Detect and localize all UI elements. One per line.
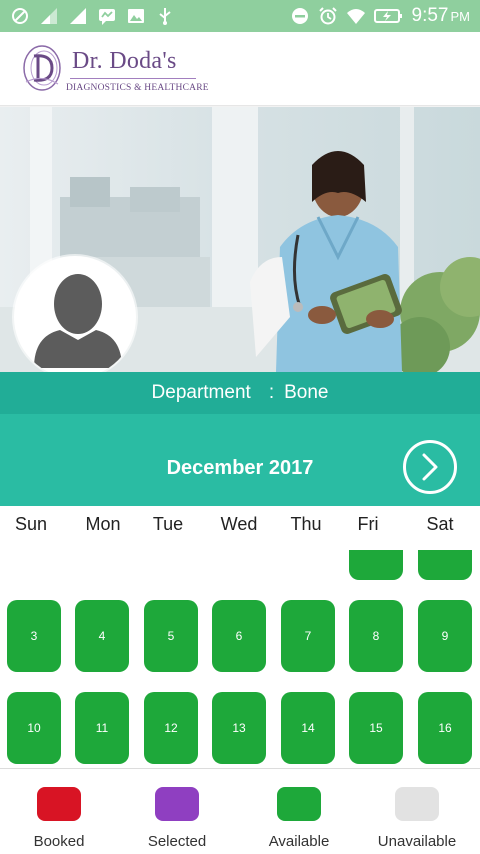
legend-label: Unavailable [377,833,457,850]
signal-icon [70,8,86,24]
available-swatch [277,787,321,821]
day-cell[interactable]: 7 [281,600,335,672]
day-cell[interactable]: 8 [349,600,403,672]
messenger-icon [99,9,115,25]
calendar-grid: 3 4 5 6 7 8 9 10 11 12 13 14 15 16 [0,542,480,768]
blocked-icon [12,8,28,24]
weekday-mon: Mon [85,514,121,534]
day-cell[interactable]: 14 [281,692,335,764]
day-cell[interactable]: 15 [349,692,403,764]
wifi-icon [346,9,365,24]
weekday-thu: Thu [290,514,322,534]
status-time: 9:57 PM [411,5,470,26]
day-cell[interactable]: 9 [418,600,472,672]
day-cell[interactable]: 4 [75,600,129,672]
signal-icon [41,8,57,24]
legend-label: Booked [33,833,85,850]
day-cell[interactable]: 10 [7,692,61,764]
legend-booked: Booked [4,787,114,850]
department-label: Department [151,382,251,403]
weekday-tue: Tue [152,514,184,534]
user-placeholder-icon [34,274,122,368]
weekday-sun: Sun [14,514,48,534]
day-cell-partial[interactable] [418,550,472,580]
legend-label: Available [268,833,330,850]
day-cell[interactable]: 6 [212,600,266,672]
day-cell-partial[interactable] [349,550,403,580]
unavailable-swatch [395,787,439,821]
brand-name: Dr. Doda's [72,48,177,74]
avatar[interactable] [14,256,136,378]
selected-swatch [155,787,199,821]
next-month-button[interactable] [403,440,457,494]
weekday-fri: Fri [357,514,379,534]
status-bar: 9:57 PM [0,0,480,32]
day-cell[interactable]: 5 [144,600,198,672]
day-cell[interactable]: 3 [7,600,61,672]
day-cell[interactable]: 12 [144,692,198,764]
weekday-header: Sun Mon Tue Wed Thu Fri Sat [0,506,480,542]
day-cell[interactable]: 16 [418,692,472,764]
brand-divider [70,78,196,79]
legend-unavailable: Unavailable [362,787,472,850]
department-value: Bone [284,382,329,403]
weekday-sat: Sat [426,514,454,534]
brand-logo-icon [23,45,61,91]
battery-charging-icon [373,9,402,23]
booked-swatch [37,787,81,821]
department-bar: Department : Bone [0,372,480,414]
alarm-icon [318,7,337,25]
legend: Booked Selected Available Unavailable [0,768,480,854]
department-separator: : [268,382,275,403]
day-cell[interactable]: 11 [75,692,129,764]
do-not-disturb-icon [291,8,308,24]
image-icon [128,9,144,23]
legend-selected: Selected [122,787,232,850]
app-header: Dr. Doda's DIAGNOSTICS & HEALTHCARE [0,32,480,106]
weekday-wed: Wed [220,514,258,534]
brand-tagline: DIAGNOSTICS & HEALTHCARE [66,83,209,93]
legend-label: Selected [147,833,207,850]
chevron-right-icon [422,453,438,481]
day-cell[interactable]: 13 [212,692,266,764]
legend-available: Available [244,787,354,850]
usb-icon [159,8,171,25]
